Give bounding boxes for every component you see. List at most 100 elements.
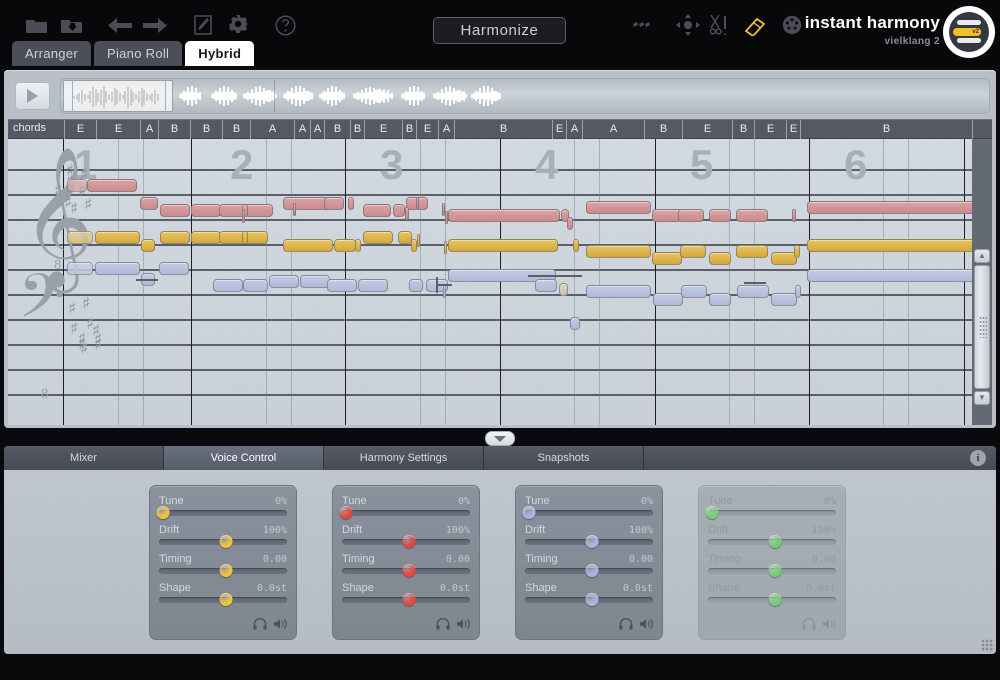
chord-cell[interactable]: A bbox=[140, 120, 158, 140]
voice-panel-2[interactable]: Tune 0% Drift 100% Timing 0. bbox=[332, 485, 480, 640]
slider-handle-drift[interactable] bbox=[219, 535, 232, 548]
slider-track-shape[interactable] bbox=[342, 597, 470, 603]
slider-handle-shape[interactable] bbox=[219, 593, 232, 606]
voice-panel-3[interactable]: Tune 0% Drift 100% Timing 0. bbox=[515, 485, 663, 640]
window-resize-grip[interactable] bbox=[981, 639, 994, 652]
slider-track-tune[interactable] bbox=[708, 510, 836, 516]
note-block[interactable] bbox=[736, 245, 768, 258]
slider-handle-timing[interactable] bbox=[768, 564, 781, 577]
note-block[interactable] bbox=[191, 204, 221, 217]
speaker-icon[interactable] bbox=[640, 617, 654, 635]
slider-handle-timing[interactable] bbox=[219, 564, 232, 577]
scroll-up-chevron-icon[interactable]: ▲ bbox=[974, 249, 990, 263]
note-block[interactable] bbox=[348, 197, 354, 210]
note-block[interactable] bbox=[443, 285, 446, 298]
note-block[interactable] bbox=[586, 201, 651, 214]
slider-handle-tune[interactable] bbox=[339, 506, 352, 519]
speaker-icon[interactable] bbox=[274, 617, 288, 635]
note-block[interactable] bbox=[736, 209, 768, 222]
note-block[interactable] bbox=[160, 204, 190, 217]
save-folder-icon[interactable] bbox=[57, 12, 87, 38]
slider-handle-shape[interactable] bbox=[768, 593, 781, 606]
slider-handle-shape[interactable] bbox=[585, 593, 598, 606]
slider-track-timing[interactable] bbox=[708, 568, 836, 574]
slider-track-drift[interactable] bbox=[159, 539, 287, 545]
chord-cell[interactable]: A bbox=[294, 120, 310, 140]
slider-track-timing[interactable] bbox=[159, 568, 287, 574]
help-question-icon[interactable] bbox=[270, 12, 300, 38]
note-block[interactable] bbox=[807, 239, 976, 252]
note-block[interactable] bbox=[213, 279, 243, 292]
slider-track-drift[interactable] bbox=[708, 539, 836, 545]
note-block[interactable] bbox=[417, 234, 420, 247]
tab-piano-roll[interactable]: Piano Roll bbox=[94, 41, 182, 66]
note-block[interactable] bbox=[709, 252, 731, 265]
note-block[interactable] bbox=[567, 217, 573, 230]
note-block[interactable] bbox=[67, 231, 93, 244]
note-block[interactable] bbox=[324, 197, 344, 210]
open-folder-icon[interactable] bbox=[22, 12, 52, 38]
slider-track-timing[interactable] bbox=[342, 568, 470, 574]
chord-cell[interactable]: B bbox=[350, 120, 364, 140]
note-block[interactable] bbox=[807, 201, 976, 214]
note-block[interactable] bbox=[160, 231, 190, 244]
chord-cell[interactable]: E bbox=[786, 120, 800, 140]
tab-hybrid[interactable]: Hybrid bbox=[185, 41, 254, 66]
voice-panel-4[interactable]: Tune 0% Drift 100% Timing 0. bbox=[698, 485, 846, 640]
tab-harmony-settings[interactable]: Harmony Settings bbox=[324, 446, 484, 470]
info-icon[interactable]: i bbox=[970, 450, 986, 466]
slider-track-shape[interactable] bbox=[708, 597, 836, 603]
note-block[interactable] bbox=[771, 293, 797, 306]
headphones-icon[interactable] bbox=[619, 617, 633, 635]
chord-cell[interactable]: E bbox=[364, 120, 402, 140]
chord-cell[interactable]: A bbox=[438, 120, 454, 140]
note-block[interactable] bbox=[559, 283, 568, 296]
note-block[interactable] bbox=[327, 279, 357, 292]
chord-cell[interactable]: B bbox=[158, 120, 190, 140]
note-block[interactable] bbox=[570, 317, 580, 330]
note-block[interactable] bbox=[355, 239, 361, 252]
note-block[interactable] bbox=[95, 262, 140, 275]
slider-handle-drift[interactable] bbox=[402, 535, 415, 548]
note-block[interactable] bbox=[535, 279, 557, 292]
note-block[interactable] bbox=[652, 252, 682, 265]
midi-port-icon[interactable] bbox=[777, 12, 807, 38]
slider-handle-shape[interactable] bbox=[402, 593, 415, 606]
play-button[interactable] bbox=[15, 82, 50, 110]
headphones-icon[interactable] bbox=[253, 617, 267, 635]
gear-icon[interactable] bbox=[224, 12, 254, 38]
note-block[interactable] bbox=[293, 203, 296, 216]
audio-overview-strip[interactable] bbox=[60, 78, 990, 114]
arrow-left-icon[interactable] bbox=[105, 12, 135, 38]
note-block[interactable] bbox=[448, 209, 560, 222]
note-block[interactable] bbox=[300, 275, 330, 288]
chord-cell[interactable]: A bbox=[250, 120, 294, 140]
note-block[interactable] bbox=[141, 239, 155, 252]
slider-track-drift[interactable] bbox=[342, 539, 470, 545]
slider-track-drift[interactable] bbox=[525, 539, 653, 545]
chord-cell[interactable]: B bbox=[644, 120, 682, 140]
note-block[interactable] bbox=[283, 239, 333, 252]
note-block[interactable] bbox=[709, 209, 731, 222]
note-block[interactable] bbox=[67, 262, 93, 275]
edit-pencil-icon[interactable] bbox=[188, 12, 218, 38]
note-block[interactable] bbox=[709, 293, 731, 306]
scissors-tool-icon[interactable] bbox=[706, 12, 736, 38]
note-block[interactable] bbox=[140, 197, 158, 210]
note-block[interactable] bbox=[242, 210, 245, 223]
slider-track-tune[interactable] bbox=[525, 510, 653, 516]
chord-cell[interactable]: B bbox=[800, 120, 972, 140]
tab-snapshots[interactable]: Snapshots bbox=[484, 446, 644, 470]
note-block[interactable] bbox=[191, 231, 221, 244]
headphones-icon[interactable] bbox=[802, 617, 816, 635]
note-block[interactable] bbox=[358, 279, 388, 292]
chord-cell[interactable]: B bbox=[454, 120, 552, 140]
note-block[interactable] bbox=[792, 209, 796, 222]
tab-mixer[interactable]: Mixer bbox=[4, 446, 164, 470]
note-block[interactable] bbox=[416, 197, 419, 210]
notes-icon[interactable] bbox=[630, 12, 660, 38]
note-block[interactable] bbox=[444, 241, 447, 254]
chord-cell[interactable]: B bbox=[402, 120, 416, 140]
slider-handle-timing[interactable] bbox=[402, 564, 415, 577]
chord-cell[interactable]: B bbox=[222, 120, 250, 140]
